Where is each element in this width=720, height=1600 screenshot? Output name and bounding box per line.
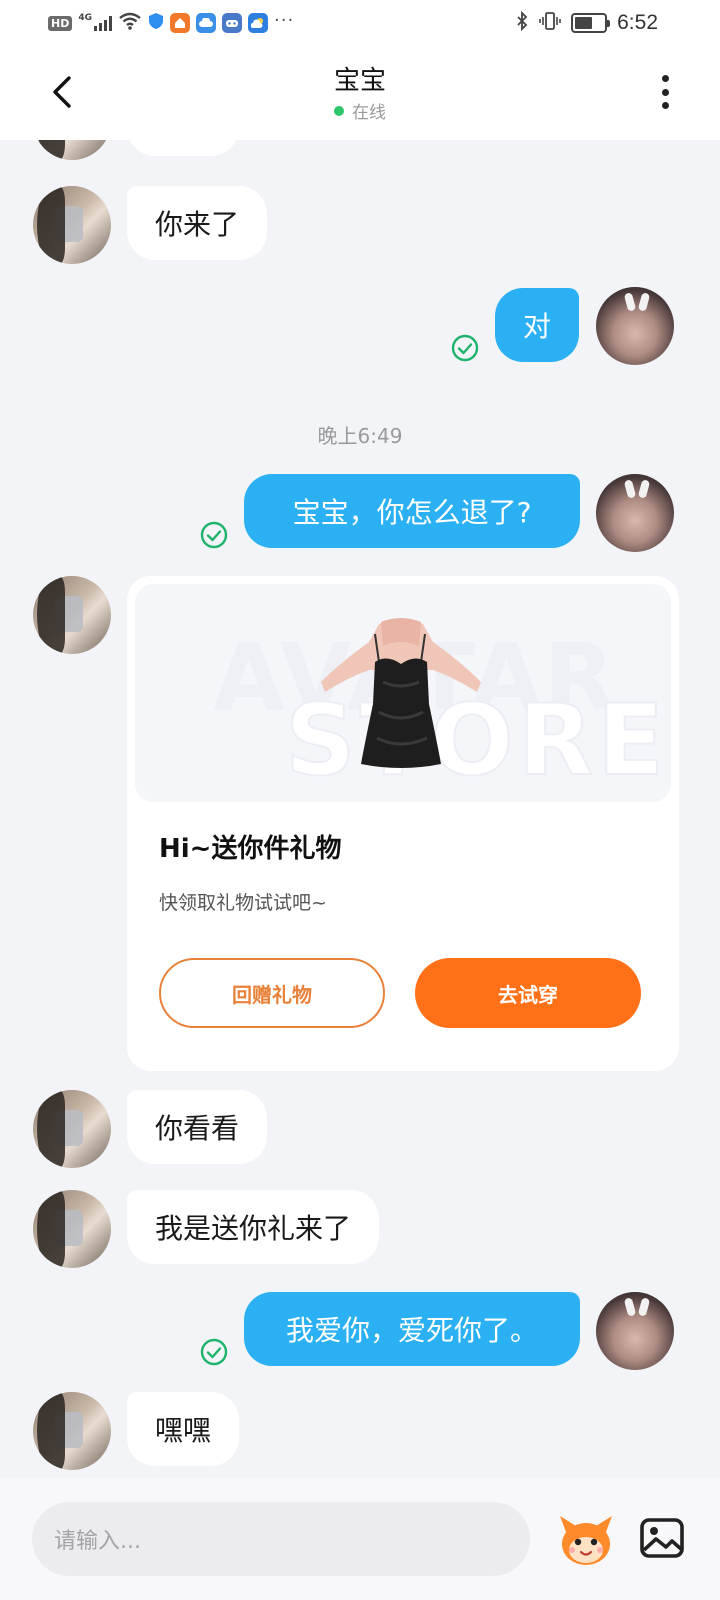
wifi-icon (118, 12, 142, 34)
clock: 6:52 (617, 11, 658, 34)
message-input[interactable]: 请输入... (32, 1502, 530, 1576)
message-text: 我爱你，爱死你了。 (285, 1314, 538, 1347)
game-icon (222, 13, 242, 33)
message-bubble-outgoing[interactable]: 对 (495, 288, 579, 362)
contact-avatar[interactable] (33, 1190, 111, 1268)
gift-image: AVATAR STORE (135, 584, 671, 802)
return-gift-button[interactable]: 回赠礼物 (159, 958, 385, 1028)
message-text: 我是送你礼来了 (155, 1212, 352, 1245)
more-options-button[interactable] (650, 72, 680, 112)
weather-icon (248, 13, 268, 33)
message-text: 嘿嘿 (155, 1414, 212, 1447)
more-notifications: ··· (274, 9, 295, 31)
emoji-mascot-icon[interactable] (556, 1510, 616, 1570)
chat-header: 宝宝 在线 (0, 46, 720, 140)
contact-avatar[interactable] (33, 576, 111, 654)
hd-badge: HD (48, 15, 73, 31)
online-status-text: 在线 (352, 103, 386, 123)
my-avatar[interactable] (596, 1292, 674, 1370)
message-list[interactable]: 你来了 对 晚上6:49 宝宝，你怎么退了? AVATAR STORE Hi~送… (0, 140, 720, 1478)
message-text: 你来了 (155, 208, 240, 241)
dress-image (321, 618, 481, 768)
contact-avatar[interactable] (33, 1392, 111, 1470)
contact-avatar[interactable] (33, 140, 111, 160)
message-bubble-outgoing[interactable]: 我爱你，爱死你了。 (244, 1292, 580, 1366)
my-avatar[interactable] (596, 287, 674, 365)
contact-name: 宝宝 (333, 66, 386, 96)
shield-icon (148, 12, 164, 34)
my-avatar[interactable] (596, 474, 674, 552)
network-type: 4G (78, 13, 92, 23)
input-bar: 请输入... (0, 1478, 720, 1600)
online-status: 在线 (0, 98, 720, 123)
dot (661, 75, 669, 82)
vibrate-icon (539, 11, 561, 35)
bluetooth-icon (515, 10, 529, 35)
read-check-icon (200, 1338, 228, 1366)
contact-avatar[interactable] (33, 1090, 111, 1168)
message-bubble-incoming[interactable]: 嘿嘿 (127, 1392, 240, 1466)
online-dot-icon (334, 105, 344, 116)
message-bubble-incoming[interactable] (127, 140, 239, 156)
cloud-icon (196, 13, 216, 33)
try-on-button[interactable]: 去试穿 (415, 958, 641, 1028)
message-text: 宝宝，你怎么退了? (292, 496, 532, 529)
dot (661, 102, 669, 109)
message-bubble-incoming[interactable]: 你来了 (127, 186, 268, 260)
gift-subtitle: 快领取礼物试试吧~ (159, 892, 327, 914)
read-check-icon (451, 334, 479, 362)
signal-icon (94, 15, 112, 31)
message-bubble-outgoing[interactable]: 宝宝，你怎么退了? (244, 474, 580, 548)
message-bubble-incoming[interactable]: 你看看 (127, 1090, 268, 1164)
message-bubble-incoming[interactable]: 我是送你礼来了 (127, 1190, 380, 1264)
input-placeholder: 请输入... (54, 1529, 141, 1554)
message-text: 你看看 (155, 1112, 240, 1145)
app-icon (170, 13, 190, 33)
contact-avatar[interactable] (33, 186, 111, 264)
image-picker-icon[interactable] (638, 1514, 686, 1562)
gift-card[interactable]: AVATAR STORE Hi~送你件礼物 快领取礼物试试吧~ 回赠礼物 去试穿 (127, 576, 679, 1071)
read-check-icon (200, 521, 228, 549)
message-text: 对 (522, 310, 551, 343)
status-bar: HD 4G ··· 6:52 (0, 0, 720, 46)
dot (661, 88, 669, 96)
gift-title: Hi~送你件礼物 (159, 834, 342, 864)
message-timestamp: 晚上6:49 (317, 424, 403, 448)
battery-icon (571, 13, 611, 33)
